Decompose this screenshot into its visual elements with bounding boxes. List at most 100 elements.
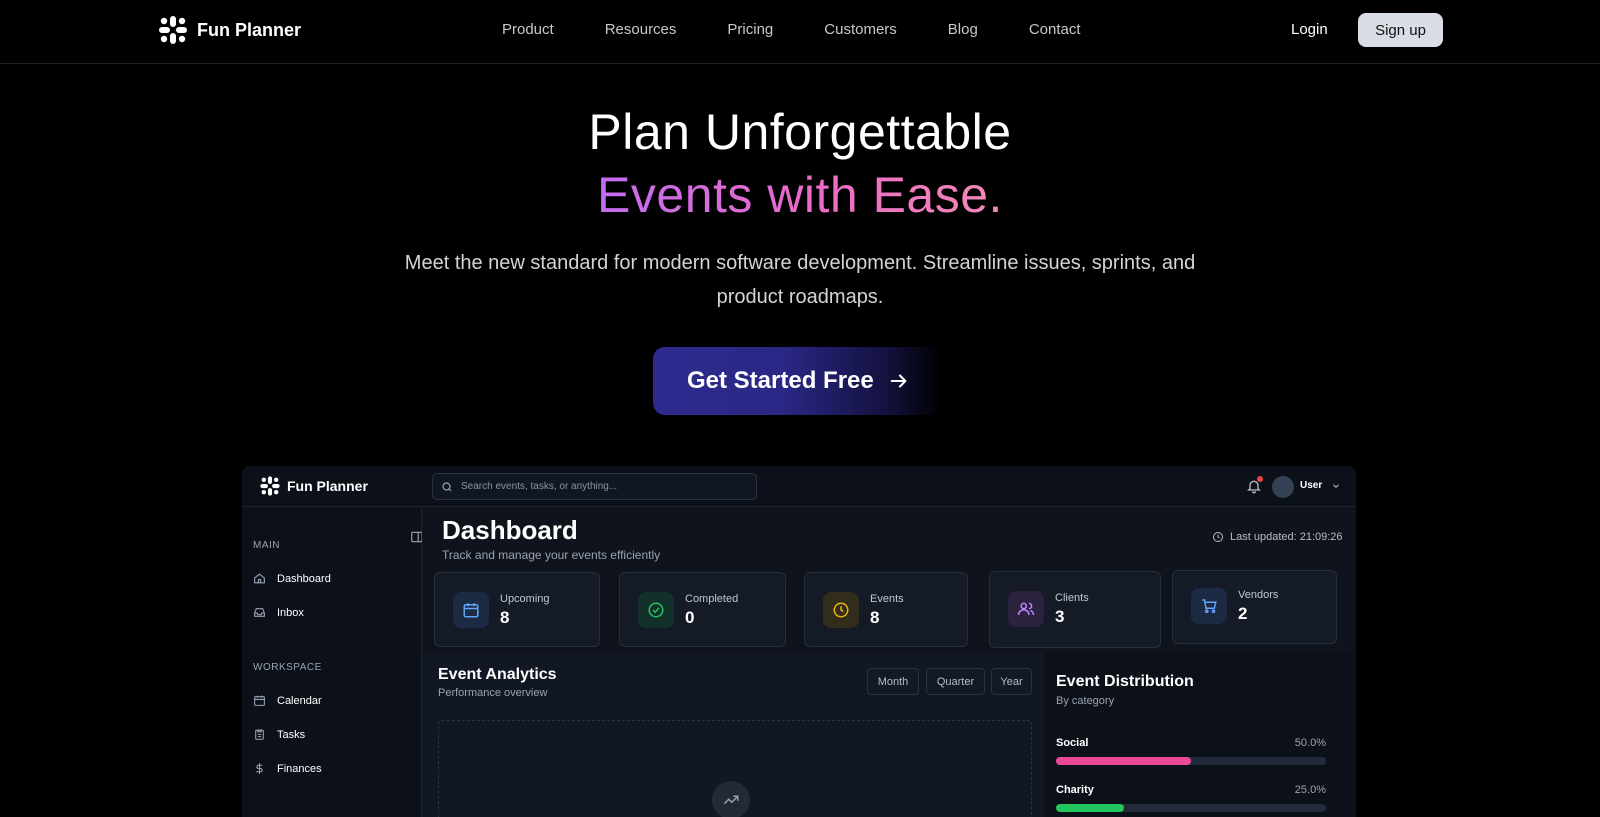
stat-icon-box: [1191, 588, 1227, 624]
nav-links: Product Resources Pricing Customers Blog…: [502, 21, 1081, 38]
cta-label: Get Started Free: [687, 367, 874, 394]
nav-link-customers[interactable]: Customers: [824, 21, 897, 38]
dashboard-main: Dashboard Track and manage your events e…: [422, 507, 1356, 817]
check-circle-icon: [648, 602, 664, 618]
login-link[interactable]: Login: [1291, 21, 1328, 38]
top-navigation: Fun Planner Product Resources Pricing Cu…: [0, 0, 1600, 64]
avatar[interactable]: [1272, 476, 1294, 498]
dashboard-brand-name: Fun Planner: [287, 478, 368, 494]
search-input[interactable]: [461, 481, 741, 492]
sidebar-item-label: Finances: [277, 762, 322, 775]
sidebar-item-finances[interactable]: Finances: [253, 762, 322, 775]
stat-label: Events: [870, 593, 904, 605]
dashboard-brand[interactable]: Fun Planner: [259, 475, 368, 497]
dashboard-topbar: Fun Planner User: [242, 466, 1356, 507]
sidebar-item-calendar[interactable]: Calendar: [253, 694, 322, 707]
signup-button[interactable]: Sign up: [1358, 13, 1443, 47]
stat-card-vendors[interactable]: Vendors 2: [1172, 570, 1337, 644]
stat-value: 8: [870, 608, 880, 627]
stat-value: 0: [685, 608, 695, 627]
clipboard-icon: [255, 729, 264, 740]
range-month-button[interactable]: Month: [867, 668, 919, 695]
notification-dot: [1257, 476, 1263, 482]
analytics-subtitle: Performance overview: [438, 687, 548, 699]
stat-label: Completed: [685, 593, 739, 605]
logo-icon: [260, 476, 280, 496]
nav-link-resources[interactable]: Resources: [605, 21, 677, 38]
search-box: [432, 473, 757, 500]
range-year-button[interactable]: Year: [991, 668, 1032, 695]
distribution-subtitle: By category: [1056, 695, 1115, 707]
stat-icon-box: [823, 592, 859, 628]
users-icon: [1017, 602, 1035, 616]
sidebar-item-inbox[interactable]: Inbox: [253, 606, 304, 619]
chevron-down-icon[interactable]: [1331, 481, 1341, 491]
category-percent: 25.0%: [1294, 784, 1326, 796]
progress-fill: [1056, 757, 1191, 765]
hero-title-line2: Events with Ease.: [0, 166, 1600, 224]
brand-name: Fun Planner: [197, 19, 302, 40]
page-title: Dashboard: [442, 515, 578, 545]
stat-icon-box: [453, 592, 489, 628]
stat-label: Upcoming: [500, 593, 550, 605]
category-name: Charity: [1056, 784, 1094, 796]
calendar-icon: [254, 695, 265, 706]
sidebar: MAIN Dashboard Inbox WORKSPACE Calendar …: [242, 507, 423, 817]
stat-card-completed[interactable]: Completed 0: [619, 572, 786, 647]
stat-value: 8: [500, 608, 510, 627]
category-name: Social: [1056, 737, 1089, 749]
stat-label: Vendors: [1238, 589, 1279, 601]
analytics-title: Event Analytics: [438, 666, 557, 683]
stat-card-upcoming[interactable]: Upcoming 8: [434, 572, 600, 647]
sidebar-item-label: Calendar: [277, 694, 322, 707]
event-distribution-panel: Event Distribution By category Social 50…: [1046, 652, 1356, 817]
last-updated: Last updated: 21:09:26: [1212, 531, 1343, 543]
logo-icon: [159, 16, 187, 44]
progress-fill: [1056, 804, 1124, 812]
calendar-icon: [463, 603, 479, 618]
stat-label: Clients: [1055, 592, 1089, 604]
brand[interactable]: Fun Planner: [157, 14, 301, 46]
clock-icon: [833, 602, 849, 618]
sidebar-item-label: Dashboard: [277, 572, 331, 585]
stat-value: 3: [1055, 607, 1065, 626]
progress-track: [1056, 757, 1326, 765]
distribution-title: Event Distribution: [1056, 673, 1194, 690]
stat-icon-box: [638, 592, 674, 628]
search-icon: [442, 481, 452, 491]
nav-link-contact[interactable]: Contact: [1029, 21, 1081, 38]
event-analytics-panel: Event Analytics Performance overview Mon…: [422, 652, 1042, 817]
category-percent: 50.0%: [1294, 737, 1326, 749]
nav-link-pricing[interactable]: Pricing: [727, 21, 773, 38]
sidebar-item-label: Inbox: [277, 606, 304, 619]
inbox-icon: [254, 608, 265, 617]
nav-link-product[interactable]: Product: [502, 21, 554, 38]
range-quarter-button[interactable]: Quarter: [926, 668, 985, 695]
hero-subtitle: Meet the new standard for modern softwar…: [404, 252, 1196, 308]
hero-title-line1: Plan Unforgettable: [588, 104, 1012, 160]
chart-placeholder-icon-box: [712, 781, 750, 817]
trending-up-icon: [723, 795, 739, 805]
stat-card-clients[interactable]: Clients 3: [989, 571, 1161, 648]
sidebar-section-main: MAIN: [253, 540, 280, 551]
page-subtitle: Track and manage your events efficiently: [442, 548, 661, 562]
arrow-right-icon: [890, 374, 907, 388]
sidebar-item-dashboard[interactable]: Dashboard: [253, 572, 331, 585]
last-updated-text: Last updated: 21:09:26: [1230, 531, 1343, 543]
progress-track: [1056, 804, 1326, 812]
get-started-button[interactable]: Get Started Free: [653, 347, 943, 415]
clock-icon: [1213, 532, 1223, 542]
nav-link-blog[interactable]: Blog: [948, 21, 978, 38]
home-icon: [254, 573, 265, 584]
cart-icon: [1202, 599, 1217, 614]
sidebar-item-tasks[interactable]: Tasks: [253, 728, 305, 741]
analytics-chart-placeholder: [438, 720, 1032, 817]
stat-value: 2: [1238, 604, 1248, 623]
sidebar-item-label: Tasks: [277, 728, 306, 741]
dashboard-preview: Fun Planner User MAIN Dashboard Inbox WO…: [242, 466, 1356, 817]
dollar-icon: [256, 763, 263, 774]
sidebar-section-workspace: WORKSPACE: [253, 662, 322, 673]
user-name[interactable]: User: [1300, 480, 1322, 491]
hero-title-gradient: Events with Ease.: [597, 167, 1003, 223]
stat-card-events[interactable]: Events 8: [804, 572, 968, 647]
